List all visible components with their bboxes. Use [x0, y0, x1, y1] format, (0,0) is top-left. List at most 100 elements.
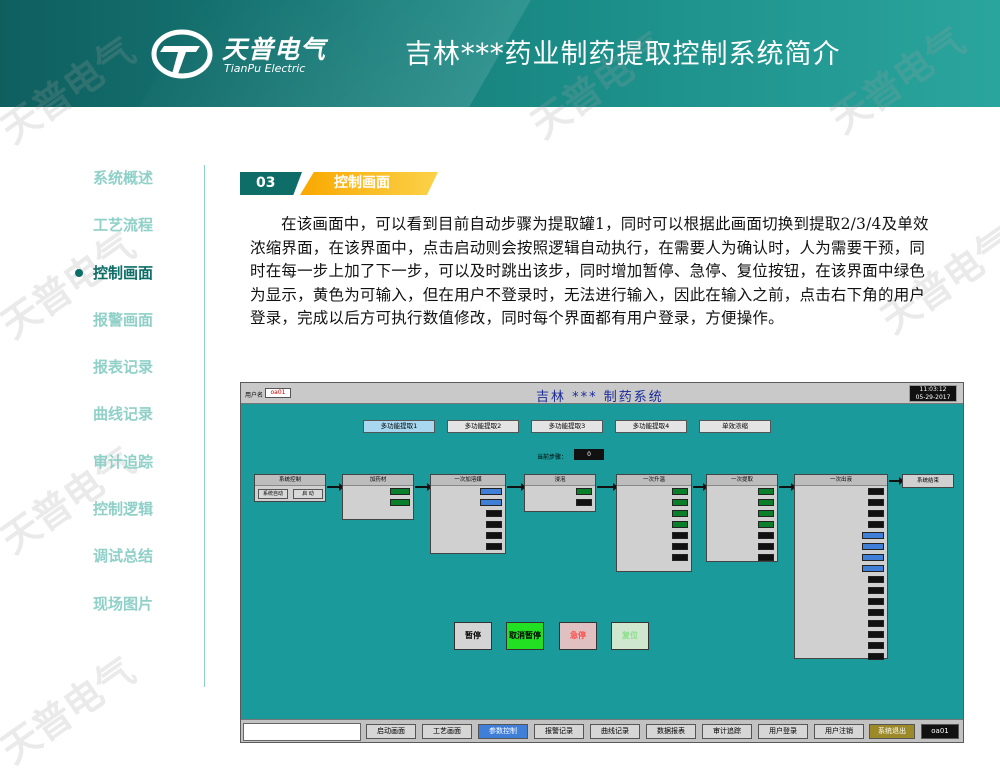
block-row: [707, 486, 777, 497]
sidebar-item-label: 审计追踪: [93, 452, 154, 471]
page-title: 吉林***药业制药提取控制系统简介: [405, 39, 841, 70]
alarm-strip: [243, 723, 361, 741]
block-row: [525, 497, 595, 508]
status-value: [862, 554, 884, 561]
nav-data-report[interactable]: 数据报表: [646, 724, 696, 739]
nav-audit-trail[interactable]: 审计追踪: [702, 724, 752, 739]
system-auto-button[interactable]: 系统自动: [258, 489, 288, 499]
tab-extract-2[interactable]: 多功能提取2: [447, 420, 519, 433]
block-row: [795, 486, 887, 497]
start-button[interactable]: 启 动: [293, 489, 323, 499]
block-row: [795, 585, 887, 596]
nav-start-screen[interactable]: 启动画面: [366, 724, 416, 739]
tab-extract-1[interactable]: 多功能提取1: [363, 420, 435, 433]
sidebar-item-audit[interactable]: 审计追踪: [60, 444, 210, 491]
section-title: 控制画面: [300, 172, 438, 195]
block-row: [795, 607, 887, 618]
display-value: [868, 488, 884, 495]
sidebar-item-alarm[interactable]: 报警画面: [60, 302, 210, 349]
reset-button[interactable]: 复位: [611, 622, 649, 650]
user-value: oa01: [265, 388, 291, 398]
block-row: [431, 541, 505, 552]
nav-system-exit[interactable]: 系统退出: [869, 724, 915, 739]
sidebar-item-report[interactable]: 报表记录: [60, 349, 210, 396]
block-row: [795, 640, 887, 651]
display-value: [672, 554, 688, 561]
tab-extract-4[interactable]: 多功能提取4: [615, 420, 687, 433]
heating-block: 一次升温: [616, 474, 692, 572]
block-row: [431, 519, 505, 530]
scada-bottom-nav: 启动画面 工艺画面 参数控制 报警记录 曲线记录 数据报表 审计追踪 用户登录 …: [241, 719, 963, 742]
status-value: [480, 499, 502, 506]
tianpu-logo-icon: [151, 29, 213, 79]
block-row: [795, 618, 887, 629]
logo-chinese: 天普电气: [222, 35, 327, 64]
sidebar-item-photos[interactable]: 现场图片: [60, 586, 210, 633]
block-row: [795, 530, 887, 541]
display-value: [868, 499, 884, 506]
sidebar-item-process[interactable]: 工艺流程: [60, 207, 210, 254]
block-row: [707, 497, 777, 508]
nav-user-logout[interactable]: 用户注销: [814, 724, 864, 739]
block-row: [617, 552, 691, 563]
display-value: [390, 488, 410, 495]
block-row: [707, 508, 777, 519]
block-title: 系统控制: [255, 475, 325, 486]
block-row: [795, 651, 887, 662]
display-value: [868, 609, 884, 616]
display-value: [672, 499, 688, 506]
sidebar-divider: [204, 165, 205, 687]
watermark: 天普电气: [0, 648, 143, 772]
scada-top-bar: 用户名 oa01 吉林 *** 制药系统 11:03:12 05-29-2017: [241, 383, 963, 405]
scada-clock: 11:03:12 05-29-2017: [909, 385, 957, 402]
sidebar-item-logic[interactable]: 控制逻辑: [60, 491, 210, 538]
display-value: [486, 532, 502, 539]
sidebar-item-debug[interactable]: 调试总结: [60, 538, 210, 585]
nav-process-screen[interactable]: 工艺画面: [422, 724, 472, 739]
block-row: [617, 530, 691, 541]
sidebar-item-trend[interactable]: 曲线记录: [60, 396, 210, 443]
display-value: [868, 642, 884, 649]
flow-arrow: [779, 483, 796, 491]
display-value: [868, 510, 884, 517]
sidebar-item-label: 现场图片: [93, 594, 154, 613]
block-title: 系统结束: [916, 478, 939, 484]
display-value: [576, 499, 592, 506]
block-row: [431, 486, 505, 497]
tab-concentrate[interactable]: 单效浓缩: [699, 420, 771, 433]
active-dot-icon: [75, 268, 83, 277]
display-value: [868, 521, 884, 528]
sidebar-item-overview[interactable]: 系统概述: [60, 160, 210, 207]
output-block: 一次出液: [794, 474, 888, 662]
system-control-block: 系统控制 系统自动 启 动: [254, 474, 326, 502]
logo-english: TianPu Electric: [224, 62, 306, 75]
sidebar-item-control[interactable]: 控制画面: [60, 255, 210, 302]
block-row: [431, 497, 505, 508]
display-value: [868, 598, 884, 605]
block-row: [795, 552, 887, 563]
nav-trend-record[interactable]: 曲线记录: [590, 724, 640, 739]
flow-arrow: [415, 483, 432, 491]
current-step-label: 当前步骤：: [537, 454, 568, 461]
header-banner: 天普电气 TianPu Electric 吉林***药业制药提取控制系统简介: [0, 0, 1000, 107]
nav-user-login[interactable]: 用户登录: [758, 724, 808, 739]
sidebar-item-label: 控制画面: [93, 263, 154, 282]
nav-param-control[interactable]: 参数控制: [478, 724, 528, 739]
display-value: [868, 631, 884, 638]
block-title: 一次加溶媒: [431, 475, 505, 486]
block-row: [795, 508, 887, 519]
display-value: [576, 488, 592, 495]
block-row: [617, 541, 691, 552]
nav-alarm-record[interactable]: 报警记录: [534, 724, 584, 739]
display-value: [672, 488, 688, 495]
display-value: [486, 543, 502, 550]
tab-extract-3[interactable]: 多功能提取3: [531, 420, 603, 433]
block-row: [707, 530, 777, 541]
system-end-block: 系统结束: [902, 474, 954, 488]
block-title: 一次升温: [617, 475, 691, 486]
cancel-pause-button[interactable]: 取消暂停: [506, 622, 544, 650]
pause-button[interactable]: 暂停: [454, 622, 492, 650]
display-value: [868, 653, 884, 660]
display-value: [486, 510, 502, 517]
emergency-stop-button[interactable]: 急停: [559, 622, 597, 650]
